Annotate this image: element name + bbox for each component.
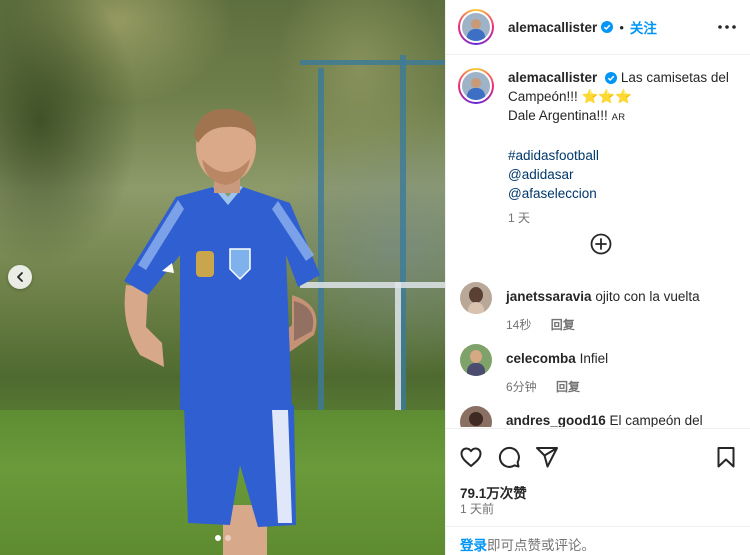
comment-icon[interactable] xyxy=(497,445,521,469)
carousel-prev-button[interactable] xyxy=(8,265,32,289)
post-actions-bar xyxy=(446,428,750,484)
login-prompt: 登录即可点赞或评论。 xyxy=(446,526,750,555)
caption-line-2: Dale Argentina!!! xyxy=(508,108,608,123)
heart-icon[interactable] xyxy=(459,445,483,469)
post-caption: alemacallister Las camisetas del Campeón… xyxy=(458,68,743,228)
star-emojis: ⭐⭐⭐ xyxy=(581,89,632,104)
carousel-indicators xyxy=(0,535,445,541)
chevron-left-icon xyxy=(17,272,23,282)
verified-badge-icon xyxy=(605,72,618,84)
avatar[interactable] xyxy=(460,344,492,376)
comment-item: janetssaravia ojito con la vuelta 14秒 回复 xyxy=(460,282,745,333)
login-link[interactable]: 登录 xyxy=(460,538,487,553)
paper-plane-icon[interactable] xyxy=(535,445,559,469)
avatar[interactable] xyxy=(458,68,494,104)
avatar[interactable] xyxy=(458,9,494,45)
caption-username[interactable]: alemacallister xyxy=(508,70,597,85)
comment-text: ojito con la vuelta xyxy=(595,289,700,304)
comment-username[interactable]: andres_good16 xyxy=(506,413,606,427)
add-circle-icon[interactable] xyxy=(590,233,612,255)
hashtag-link[interactable]: #adidasfootball xyxy=(508,146,743,165)
post-timestamp: 1 天前 xyxy=(460,502,495,516)
bookmark-icon[interactable] xyxy=(714,445,738,469)
avatar[interactable] xyxy=(460,282,492,314)
comment-time: 6分钟 xyxy=(506,380,537,394)
login-prompt-text: 即可点赞或评论。 xyxy=(487,538,595,553)
caption-timestamp: 1 天 xyxy=(508,211,531,225)
fence-rail xyxy=(300,60,445,65)
avatar[interactable] xyxy=(460,406,492,427)
player-figure xyxy=(124,108,320,555)
comment-text: Infiel xyxy=(579,351,609,366)
goalpost xyxy=(395,282,401,422)
carousel-dot xyxy=(224,535,231,541)
post-header: alemacallister • 关注 xyxy=(446,0,750,55)
mention-link[interactable]: @afaseleccion xyxy=(508,184,743,203)
post-media xyxy=(0,0,445,555)
username-link[interactable]: alemacallister xyxy=(508,20,597,35)
follow-button[interactable]: 关注 xyxy=(630,17,657,37)
reply-button[interactable]: 回复 xyxy=(556,380,580,394)
carousel-dot xyxy=(214,535,221,541)
comment-item: andres_good16 El campeón del mundo xyxy=(460,406,745,427)
comment-time: 14秒 xyxy=(506,318,532,332)
comment-item: celecomba Infiel 6分钟 回复 xyxy=(460,344,745,395)
reply-button[interactable]: 回复 xyxy=(551,318,575,332)
separator-dot: • xyxy=(619,19,624,35)
more-options-icon[interactable] xyxy=(715,17,739,37)
likes-count[interactable]: 79.1万次赞 xyxy=(460,482,527,502)
comment-username[interactable]: janetssaravia xyxy=(506,289,592,304)
post-side-panel: alemacallister • 关注 alemacallister Las c… xyxy=(445,0,750,555)
mention-link[interactable]: @adidasar xyxy=(508,165,743,184)
flag-ar-text: AR xyxy=(611,112,626,123)
comment-username[interactable]: celecomba xyxy=(506,351,576,366)
comments-scroll-area[interactable]: alemacallister Las camisetas del Campeón… xyxy=(446,56,750,427)
verified-badge-icon xyxy=(601,21,614,33)
